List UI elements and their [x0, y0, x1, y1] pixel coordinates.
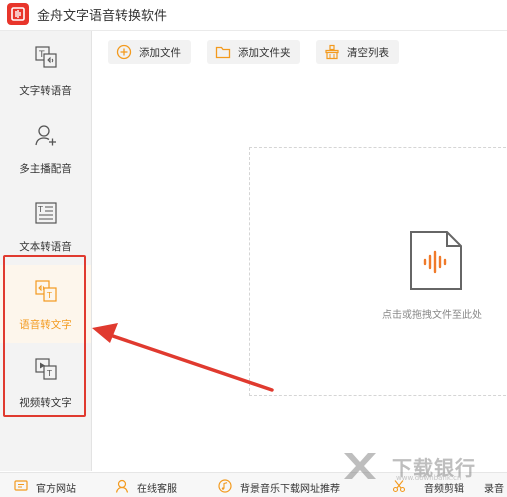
sidebar-item-label: 多主播配音 [19, 163, 72, 175]
footer-item-label: 录音 [484, 484, 504, 495]
person-add-icon [35, 125, 56, 146]
footer-bar: 官方网站 在线客服 背景音乐下载网址推荐 音频剪辑 录音 [0, 472, 507, 497]
website-icon [14, 480, 28, 491]
folder-icon [215, 46, 231, 59]
sidebar-item-document-to-voice[interactable]: T 文本转语音 [0, 187, 91, 265]
footer-item-label: 在线客服 [137, 484, 177, 495]
music-note-icon [218, 479, 232, 493]
add-file-button[interactable]: 添加文件 [108, 40, 191, 64]
add-file-label: 添加文件 [139, 47, 181, 59]
drop-hint-text: 点击或拖拽文件至此处 [382, 310, 482, 321]
add-folder-button[interactable]: 添加文件夹 [207, 40, 300, 64]
text-to-voice-icon: T [35, 46, 57, 68]
app-logo-icon [7, 3, 29, 25]
footer-item-label: 官方网站 [36, 484, 76, 495]
sidebar-item-multi-voice[interactable]: 多主播配音 [0, 109, 91, 187]
video-to-text-icon: T [35, 358, 57, 380]
footer-item-label: 背景音乐下载网址推荐 [240, 484, 340, 495]
add-folder-label: 添加文件夹 [238, 47, 291, 59]
sidebar-item-label: 语音转文字 [19, 319, 72, 331]
scissors-icon [392, 480, 406, 493]
broom-icon [325, 44, 339, 60]
file-drop-zone[interactable] [249, 147, 507, 396]
clear-list-label: 清空列表 [347, 47, 389, 59]
sidebar-item-label: 视频转文字 [19, 397, 72, 409]
voice-to-text-icon: T [35, 280, 57, 302]
sidebar-item-video-to-text[interactable]: T 视频转文字 [0, 343, 91, 421]
document-text-icon: T [35, 202, 57, 224]
sidebar: T 文字转语音 多主播配音 T 文本转语音 T 语音转文字 T 视频转文字 [0, 31, 92, 471]
app-title: 金舟文字语音转换软件 [37, 9, 168, 24]
svg-text:T: T [46, 291, 52, 300]
sidebar-item-label: 文本转语音 [19, 241, 72, 253]
footer-item-label: 音频剪辑 [424, 484, 464, 495]
svg-text:T: T [37, 205, 43, 214]
clear-list-button[interactable]: 清空列表 [316, 40, 399, 64]
audio-file-icon [410, 231, 462, 290]
support-icon [115, 479, 129, 493]
sidebar-item-voice-to-text[interactable]: T 语音转文字 [0, 265, 91, 343]
sidebar-item-label: 文字转语音 [19, 85, 72, 97]
svg-text:T: T [46, 369, 52, 378]
sidebar-item-text-to-voice[interactable]: T 文字转语音 [0, 31, 91, 109]
plus-circle-icon [116, 44, 132, 60]
title-bar: 金舟文字语音转换软件 [0, 0, 507, 31]
